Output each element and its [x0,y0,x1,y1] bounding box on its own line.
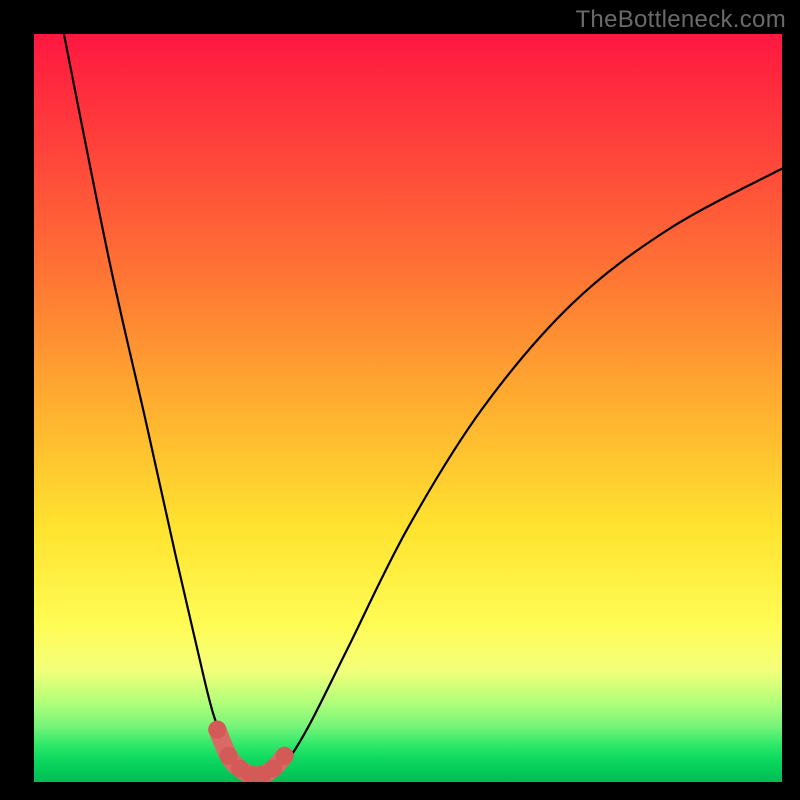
optimal-dot [276,747,294,765]
chart-svg [34,34,782,782]
chart-frame: TheBottleneck.com [0,0,800,800]
optimal-dot [208,721,226,739]
optimal-region-dots [208,721,293,782]
watermark-text: TheBottleneck.com [575,6,786,34]
chart-plot-area [34,34,782,782]
bottleneck-curve [64,34,782,779]
